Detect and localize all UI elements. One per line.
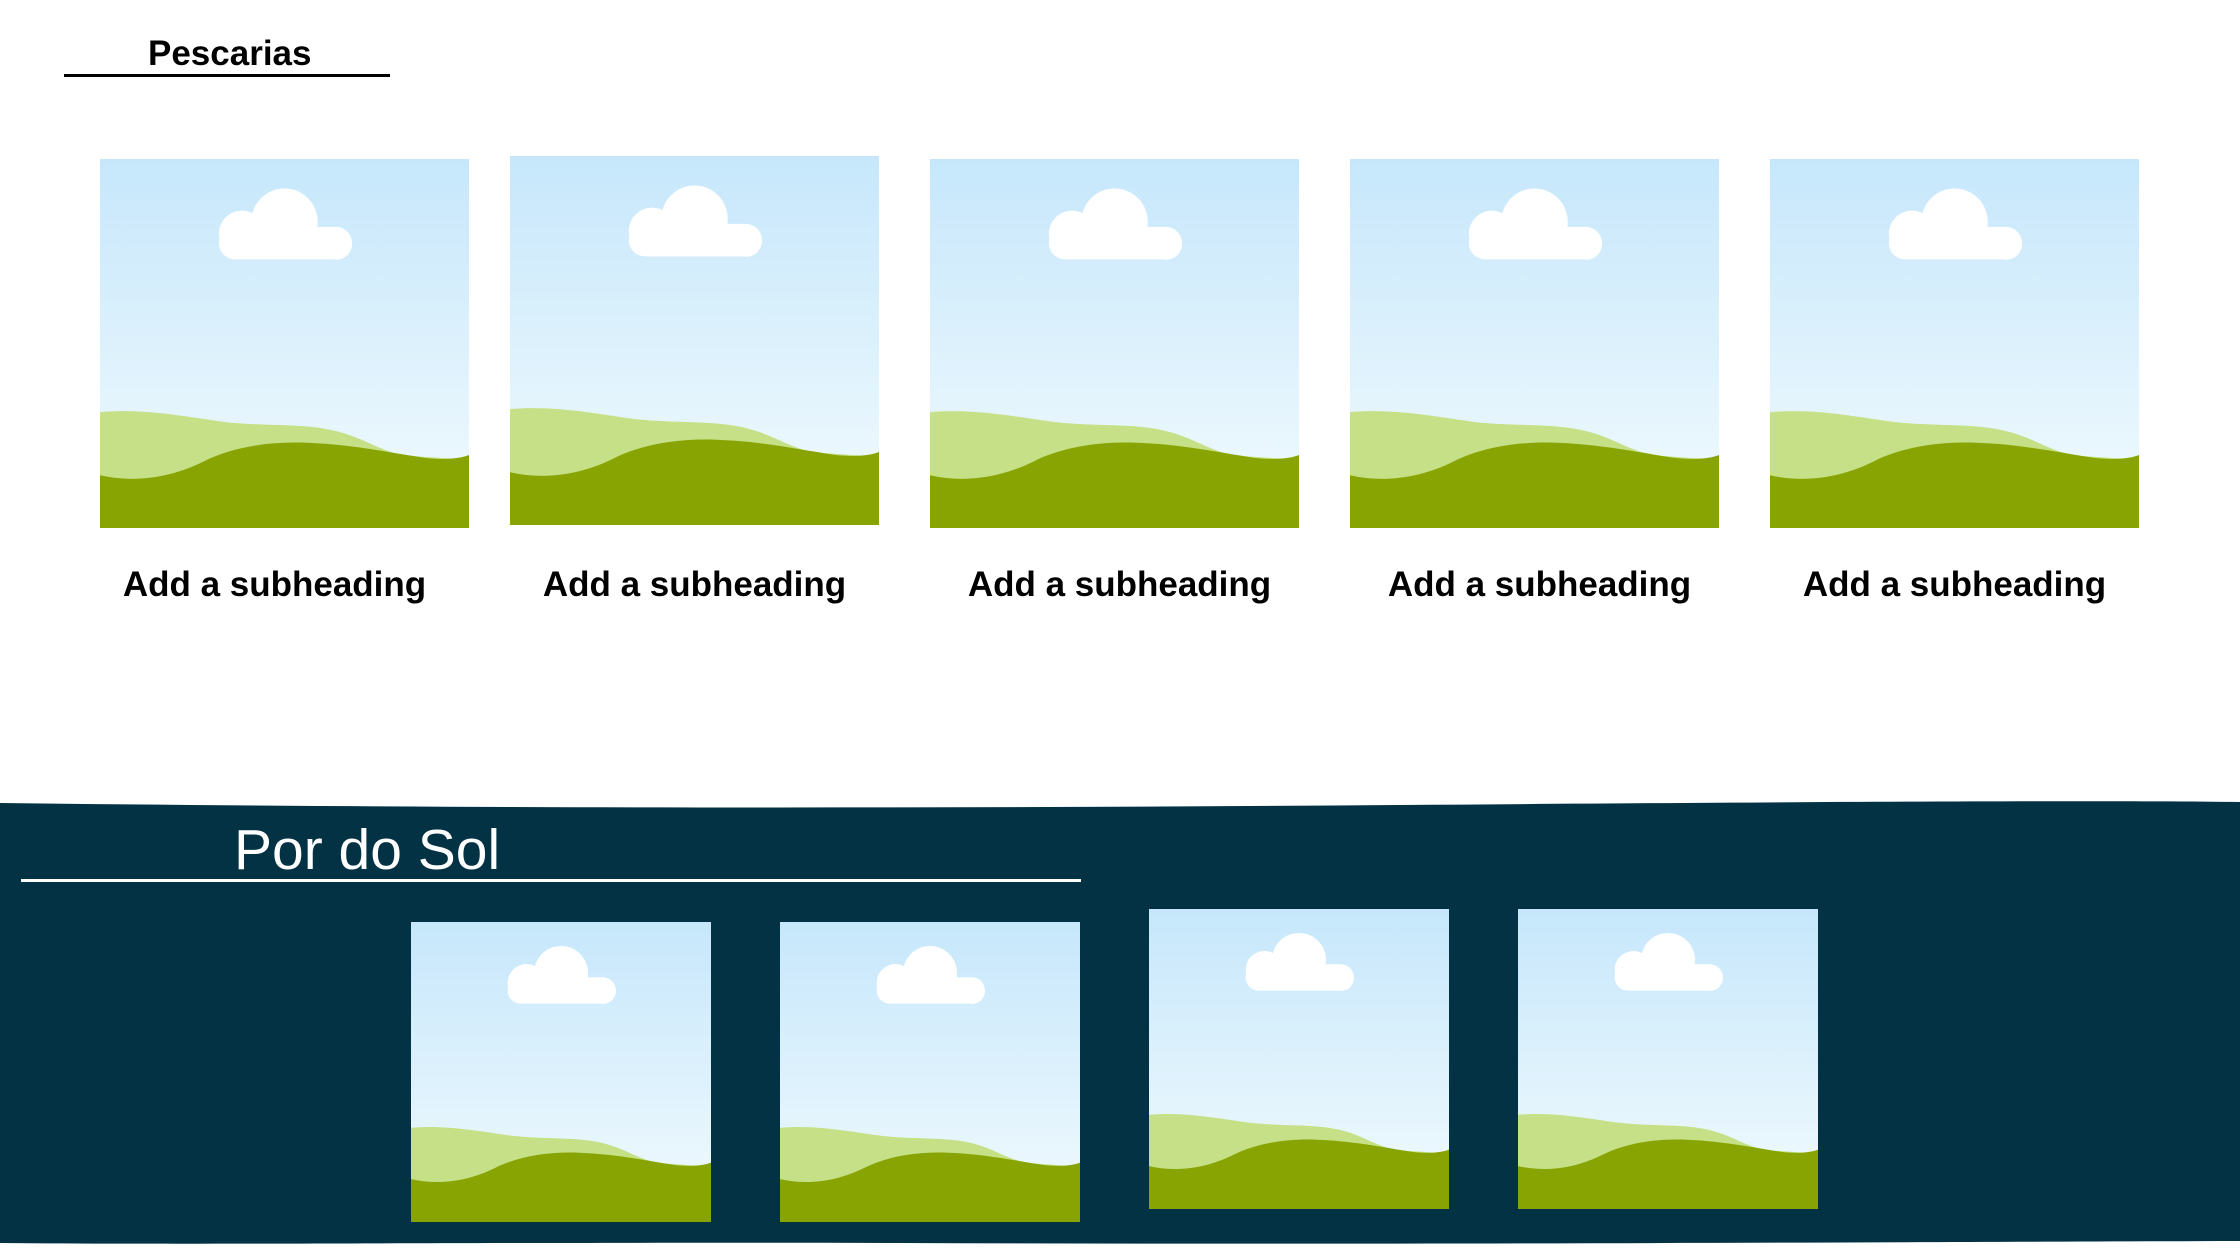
sunset-image-4[interactable] — [1518, 909, 1818, 1209]
section-title-por-do-sol: Por do Sol — [234, 818, 501, 882]
landscape-image-2[interactable] — [510, 156, 879, 525]
section-title-underline-light — [21, 879, 1081, 882]
sunset-image-3[interactable] — [1149, 909, 1449, 1209]
image-subheading-3[interactable]: Add a subheading — [935, 561, 1304, 609]
landscape-image-1[interactable] — [100, 159, 469, 528]
section-title-pescarias: Pescarias — [148, 34, 312, 73]
landscape-image-5[interactable] — [1770, 159, 2139, 528]
landscape-image-3[interactable] — [930, 159, 1299, 528]
image-subheading-5[interactable]: Add a subheading — [1770, 561, 2139, 609]
image-subheading-4[interactable]: Add a subheading — [1355, 561, 1724, 609]
image-subheading-2[interactable]: Add a subheading — [510, 561, 879, 609]
landscape-image-4[interactable] — [1350, 159, 1719, 528]
image-subheading-1[interactable]: Add a subheading — [90, 561, 459, 609]
sunset-image-2[interactable] — [780, 922, 1080, 1222]
sunset-image-1[interactable] — [411, 922, 711, 1222]
section-title-underline — [64, 74, 390, 77]
